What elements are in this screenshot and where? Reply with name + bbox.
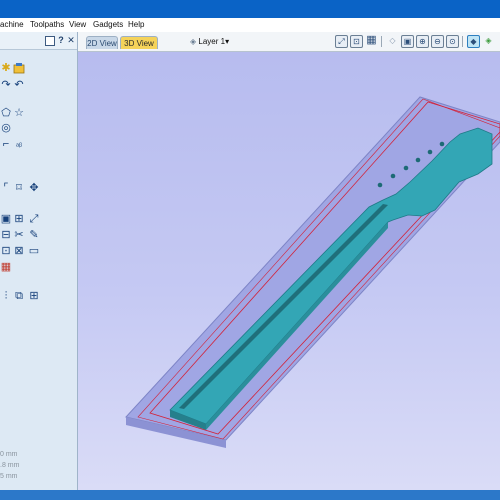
toolpath-preview-icon[interactable]: ◈ [482,35,495,48]
join-icon[interactable]: ⊟ [0,229,12,241]
coord-z-readout: 5 mm [0,473,18,480]
redo-icon[interactable]: ↶ [13,79,25,91]
transform-icon[interactable]: ✥ [28,182,40,194]
trim-icon[interactable]: ⊞ [13,213,25,225]
align-icon[interactable]: ⫶ [0,290,12,302]
tuner-hole [415,157,421,163]
tuner-hole [427,149,433,155]
status-bar [0,490,500,500]
scissors-icon[interactable]: ✂ [13,229,25,241]
select-icon[interactable]: ⌜ [0,182,12,194]
menu-help[interactable]: Help [128,20,144,29]
3d-scene [125,96,500,448]
layer-selector[interactable]: ◈ Layer 1▾ [190,36,229,48]
zoom-all-icon[interactable]: ⤢ [335,35,348,48]
spiral-icon[interactable]: ◎ [0,122,12,134]
fillet-icon[interactable]: ⤢ [28,213,40,225]
menu-toolpaths[interactable]: Toolpaths [30,20,64,29]
offset-icon[interactable]: ▣ [0,213,12,225]
iso-view-icon[interactable]: ◇ [386,35,399,48]
drawing-panel: ? ✕ ✱ ↷ ↶ ⬠ ☆ ◎ ⌐ ₐᵦ ⌜ ⌑ ✥ ▣ ⊞ ⤢ ⊟ ✂ ✎ ⊡… [0,32,78,490]
tuner-hole [377,182,383,188]
star-icon[interactable]: ☆ [13,107,25,119]
image-icon[interactable]: ▭ [28,245,40,257]
save-file-icon[interactable] [13,62,25,74]
array-icon[interactable]: ⊡ [0,245,12,257]
tab-2d-view[interactable]: 2D View [86,36,118,49]
menu-bar: achine Toolpaths View Gadgets Help [0,18,500,32]
shaded-view-icon[interactable]: ◆ [467,35,480,48]
menu-view[interactable]: View [69,20,86,29]
open-file-icon[interactable]: ✱ [0,62,12,74]
guitar-neck [169,127,493,425]
separator [381,36,382,47]
panel-pin-icon[interactable] [45,36,55,46]
help-icon[interactable]: ? [56,35,66,45]
menu-machine[interactable]: achine [0,20,24,29]
zoom-in-icon[interactable]: ⊕ [416,35,429,48]
dimension-icon[interactable]: ⌐ [0,138,12,150]
undo-icon[interactable]: ↷ [0,79,12,91]
nest-icon[interactable]: ▦ [0,261,12,273]
polygon-icon[interactable]: ⬠ [0,107,12,119]
layer-label: Layer 1 [198,37,226,46]
text-tool-icon[interactable]: ₐᵦ [13,138,25,150]
zoom-out-icon[interactable]: ⊖ [431,35,444,48]
ungroup-icon[interactable]: ⊞ [28,290,40,302]
grid-icon[interactable]: ▦ [365,35,378,48]
zoom-selection-icon[interactable]: ⊙ [446,35,459,48]
tuner-hole [403,165,409,171]
group-icon[interactable]: ⧉ [13,290,25,302]
tuner-hole [390,173,396,179]
top-view-icon[interactable]: ▣ [401,35,414,48]
window-titlebar [0,0,500,18]
tuner-hole [439,141,445,147]
weld-icon[interactable]: ⊠ [13,245,25,257]
chevron-down-icon: ▾ [225,37,230,46]
coord-x-readout: 0 mm [0,451,18,458]
node-edit-icon[interactable]: ⌑ [13,182,25,194]
tab-3d-view[interactable]: 3D View [120,36,158,49]
3d-viewport[interactable] [78,52,500,490]
coord-y-readout: .8 mm [0,462,20,469]
menu-gadgets[interactable]: Gadgets [93,20,123,29]
view-toolbar: 2D View 3D View ◈ Layer 1▾ ⤢ ⊡ ▦ ◇ ▣ ⊕ ⊖… [78,32,500,52]
truss-rod-slot [179,204,388,409]
panel-header: ? ✕ [0,32,77,50]
close-icon[interactable]: ✕ [66,35,76,45]
zoom-box-icon[interactable]: ⊡ [350,35,363,48]
measure-icon[interactable]: ✎ [28,229,40,241]
separator [462,36,463,47]
